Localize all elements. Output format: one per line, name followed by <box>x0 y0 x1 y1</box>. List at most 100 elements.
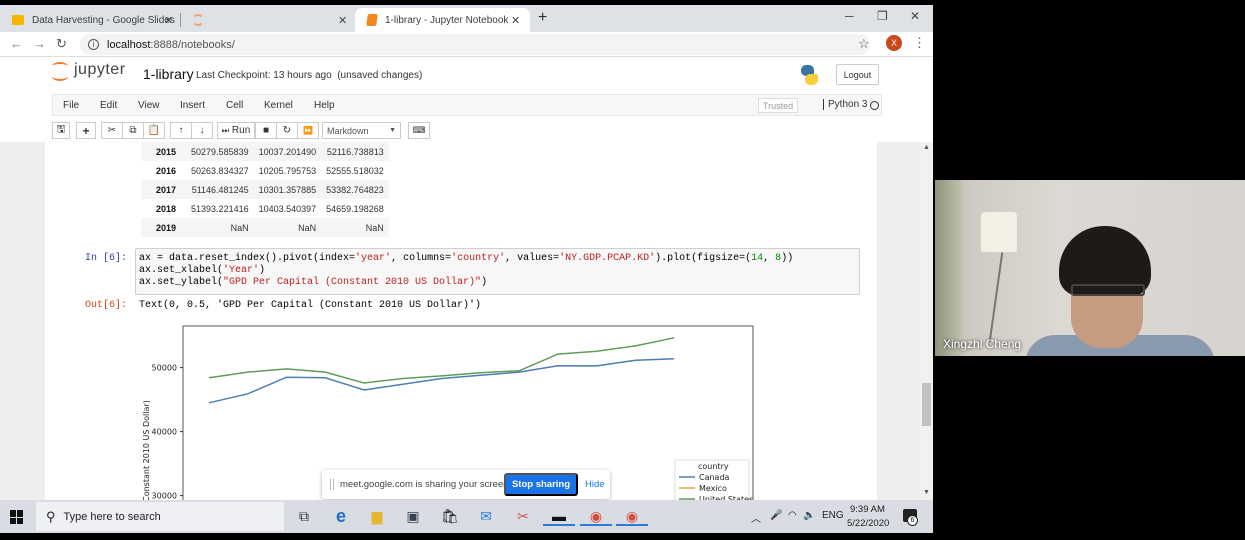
bookmark-star-icon[interactable]: ☆ <box>858 36 870 52</box>
code-cell-editor[interactable]: ax = data.reset_index().pivot(index='yea… <box>135 248 860 295</box>
menu-help[interactable]: Help <box>314 100 335 111</box>
microphone-icon[interactable]: 🎤 <box>770 510 782 521</box>
window-close-icon[interactable]: ✕ <box>910 9 920 23</box>
restart-icon[interactable]: ↻ <box>276 122 298 139</box>
url-host: localhost <box>107 38 151 51</box>
media-app-icon[interactable]: ▣ <box>403 506 423 526</box>
menu-kernel[interactable]: Kernel <box>264 100 293 111</box>
scroll-up-icon[interactable]: ▲ <box>923 144 930 151</box>
address-bar-row: ← → ↻ i localhost:8888/notebooks/ ☆ X ⋮ <box>0 32 933 57</box>
legend-label: Mexico <box>699 484 727 493</box>
logout-button[interactable]: Logout <box>836 64 879 85</box>
dataframe-output-table: 2015 50279.585839 10037.201490 52116.738813… <box>141 142 389 237</box>
clock-date[interactable]: 5/22/2020 <box>847 518 889 529</box>
copy-icon[interactable]: ⧉ <box>122 122 144 139</box>
show-hidden-icons-icon[interactable]: ︿ <box>751 510 761 525</box>
dropdown-caret-icon: ▼ <box>389 127 396 134</box>
jupyter-logo[interactable]: jupyter <box>52 61 126 81</box>
edge-browser-icon[interactable]: e <box>331 506 351 526</box>
windows-start-icon[interactable] <box>10 510 24 524</box>
cell-mexico: 10301.357885 <box>253 180 322 199</box>
notebook-container: 2015 50279.585839 10037.201490 52116.738813… <box>45 142 877 500</box>
insert-cell-icon[interactable]: + <box>76 122 96 139</box>
cell-united-states: 52116.738813 <box>321 142 389 161</box>
site-info-icon[interactable]: i <box>88 39 99 50</box>
restart-run-all-icon[interactable]: ⏩ <box>297 122 319 139</box>
row-index-year: 2017 <box>141 180 187 199</box>
keyboard-shortcuts-icon[interactable]: ⌨ <box>408 122 430 139</box>
restore-icon[interactable]: ❐ <box>877 9 888 23</box>
chrome-menu-icon[interactable]: ⋮ <box>913 35 926 51</box>
cut-icon[interactable]: ✂ <box>101 122 123 139</box>
sharing-message: meet.google.com is sharing your screen. <box>340 479 512 490</box>
profile-avatar[interactable]: X <box>886 35 902 51</box>
tab-title: 1-library - Jupyter Notebook <box>385 14 509 26</box>
wifi-icon[interactable]: ◠ <box>788 510 797 521</box>
paste-icon[interactable]: 📋 <box>143 122 165 139</box>
store-icon[interactable]: 🛍 <box>440 506 460 526</box>
file-explorer-icon[interactable]: ▆ <box>367 506 387 526</box>
close-tab-icon[interactable]: ✕ <box>338 14 347 27</box>
drag-handle-icon[interactable] <box>330 479 334 490</box>
task-view-icon[interactable]: ⧉ <box>294 506 314 526</box>
menu-insert[interactable]: Insert <box>180 100 205 111</box>
move-up-icon[interactable]: ↑ <box>170 122 192 139</box>
row-index-year: 2016 <box>156 165 177 176</box>
cell-type-select[interactable]: Markdown ▼ <box>322 122 401 139</box>
stop-sharing-button[interactable]: Stop sharing <box>504 473 578 496</box>
taskbar-search-input[interactable]: ⚲ Type here to search <box>36 502 284 531</box>
tab-loading[interactable]: ✕ <box>180 8 355 32</box>
close-tab-icon[interactable]: ✕ <box>164 14 173 27</box>
tab-jupyter-notebook[interactable]: 1-library - Jupyter Notebook ✕ <box>355 8 530 32</box>
terminal-icon[interactable]: ▬ <box>543 506 575 526</box>
y-axis-label: (Constant 2010 US Dollar) <box>142 400 151 500</box>
mail-icon[interactable]: ✉ <box>476 506 496 526</box>
save-icon[interactable]: 🖫 <box>52 122 70 139</box>
cell-united-states: 53382.764823 <box>321 180 389 199</box>
input-prompt: In [6]: <box>84 253 127 264</box>
hide-button[interactable]: Hide <box>585 479 605 490</box>
participant-name: Xingzhi Cheng <box>943 337 1022 351</box>
tab-strip: Data Harvesting - Google Slides ✕ ✕ 1-li… <box>0 5 933 32</box>
menu-edit[interactable]: Edit <box>100 100 117 111</box>
new-tab-button[interactable]: + <box>538 9 547 27</box>
clock-time[interactable]: 9:39 AM <box>850 504 885 515</box>
search-placeholder: Type here to search <box>63 510 161 523</box>
minimize-icon[interactable]: ─ <box>845 9 854 23</box>
cell-canada: 51393.221416 <box>191 203 249 214</box>
back-arrow-icon[interactable]: ← <box>10 36 23 51</box>
jupyter-header: jupyter 1-library Last Checkpoint: 13 ho… <box>0 57 933 90</box>
close-tab-icon[interactable]: ✕ <box>511 14 520 27</box>
cell-canada: NaN <box>186 218 254 237</box>
row-index-year: 2019 <box>141 218 187 237</box>
move-down-icon[interactable]: ↓ <box>191 122 213 139</box>
snipping-tool-icon[interactable]: ✂ <box>513 506 533 526</box>
volume-icon[interactable]: 🔈 <box>803 510 815 521</box>
cell-canada: 50279.585839 <box>186 142 254 161</box>
participant-video-tile: Xingzhi Cheng <box>935 180 1245 356</box>
scroll-down-icon[interactable]: ▼ <box>923 489 930 496</box>
jupyter-logo-text: jupyter <box>74 61 126 78</box>
chrome-profile-icon[interactable]: ◉ <box>580 506 612 526</box>
forward-arrow-icon[interactable]: → <box>33 36 46 51</box>
url-input[interactable]: i localhost:8888/notebooks/ <box>80 34 870 55</box>
menu-view[interactable]: View <box>138 100 160 111</box>
notebook-name[interactable]: 1-library <box>143 66 194 82</box>
trusted-indicator[interactable]: Trusted <box>758 98 799 113</box>
python-logo-icon <box>799 65 819 85</box>
interrupt-icon[interactable]: ■ <box>255 122 277 139</box>
search-icon: ⚲ <box>46 508 56 524</box>
reload-icon[interactable]: ↻ <box>56 36 67 52</box>
page-scrollbar[interactable]: ▲ ▼ <box>920 142 933 500</box>
kernel-idle-indicator-icon <box>870 101 879 110</box>
run-button[interactable]: ⏭ Run <box>217 122 255 139</box>
menu-file[interactable]: File <box>63 100 79 111</box>
input-language[interactable]: ENG <box>822 510 844 521</box>
chart-legend: country CanadaMexicoUnited States <box>674 459 753 500</box>
google-slides-icon <box>12 15 24 25</box>
scrollbar-thumb[interactable] <box>922 383 931 426</box>
tab-google-slides[interactable]: Data Harvesting - Google Slides ✕ <box>0 8 180 32</box>
jupyter-logo-icon <box>52 61 68 81</box>
menu-cell[interactable]: Cell <box>226 100 243 111</box>
chrome-icon[interactable]: ◉ <box>616 506 648 526</box>
